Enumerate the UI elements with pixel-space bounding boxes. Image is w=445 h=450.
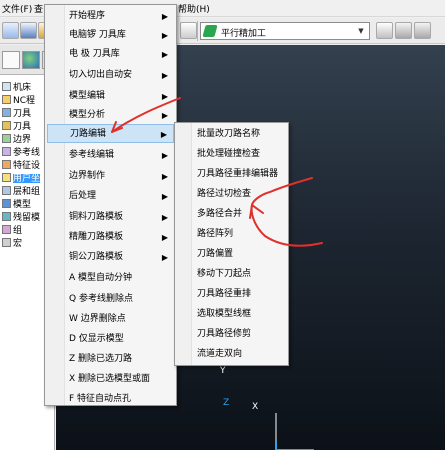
menu-item-steel-template[interactable]: 铜料刀路模板 ▶ [47, 208, 174, 227]
menu-item-delete-pattern-point[interactable]: Q 参考线删除点 [47, 290, 174, 309]
feature-icon [2, 160, 11, 169]
submenu-arrow-icon: ▶ [161, 31, 168, 40]
submenu-arrow-icon: ▶ [161, 151, 168, 160]
levels-icon [2, 186, 11, 195]
settings-icon[interactable] [395, 22, 412, 39]
submenu-arrow-icon: ▶ [161, 213, 168, 222]
model-icon [2, 199, 11, 208]
menu-item-auto-split-model[interactable]: A 模型自动分钟 [47, 269, 174, 288]
toolpath-tree-icon [2, 108, 11, 117]
calculator-icon[interactable] [376, 22, 393, 39]
submenu-item-batch-rename[interactable]: 批量改刀路名称 [177, 125, 286, 144]
globe-tab-icon[interactable] [22, 51, 40, 69]
menu-item-mill-tool-library[interactable]: 电脑锣 刀具库 ▶ [47, 26, 174, 45]
new-file-icon[interactable] [2, 22, 19, 39]
submenu-item-toolpath-array[interactable]: 路径阵列 [177, 225, 286, 244]
menu-item-boundary-create[interactable]: 边界制作 ▶ [47, 167, 174, 186]
tool-icon [2, 121, 11, 130]
strategy-icon [202, 25, 218, 37]
submenu-arrow-icon: ▶ [161, 233, 168, 242]
submenu-item-merge-toolpaths[interactable]: 多路径合并 [177, 205, 286, 224]
submenu-arrow-icon: ▶ [161, 111, 168, 120]
submenu-arrow-icon: ▶ [160, 130, 167, 139]
toolpath-icon[interactable] [180, 22, 197, 39]
menu-item-auto-drill-features[interactable]: F 特征自动点孔 [47, 390, 174, 409]
menu-item-pattern-edit[interactable]: 参考线编辑 ▶ [47, 146, 174, 165]
menu-item-start-program[interactable]: 开始程序 ▶ [47, 7, 174, 26]
submenu-item-select-wireframe[interactable]: 选取模型线框 [177, 305, 286, 324]
submenu-arrow-icon: ▶ [161, 192, 168, 201]
axis-label-x: X [252, 402, 259, 412]
menu-item-electrode-tool-library[interactable]: 电 极 刀具库 ▶ [47, 45, 174, 64]
save-icon[interactable] [20, 22, 37, 39]
stock-model-icon [2, 212, 11, 221]
pattern-icon [2, 147, 11, 156]
menu-item-electrode-template[interactable]: 铜公刀路模板 ▶ [47, 248, 174, 267]
axis-label-z: Z [223, 398, 230, 408]
menu-item-auto-leads[interactable]: 切入切出自动安 ▶ [47, 66, 174, 85]
machine-icon [2, 82, 11, 91]
group-icon [2, 225, 11, 234]
axis-triad [275, 413, 314, 450]
workplane-icon [2, 173, 11, 182]
submenu-arrow-icon: ▶ [161, 253, 168, 262]
nc-program-icon [2, 95, 11, 104]
submenu-arrow-icon: ▶ [161, 12, 168, 21]
submenu-item-toolpath-offset[interactable]: 刀路偏置 [177, 245, 286, 264]
submenu-arrow-icon: ▶ [161, 172, 168, 181]
menu-item-show-model-only[interactable]: D 仅显示模型 [47, 330, 174, 349]
tree-tab-icon[interactable] [2, 51, 20, 69]
chevron-down-icon: ▼ [358, 27, 364, 35]
menu-item-post-process[interactable]: 后处理 ▶ [47, 187, 174, 206]
options-icon[interactable] [414, 22, 431, 39]
menu-item-delete-selected-model[interactable]: X 删除已选模型或面 [47, 370, 174, 389]
toolpath-edit-submenu: 批量改刀路名称 批处理碰撞检查 刀具路径重排编辑器 路径过切检查 多路径合并 路… [174, 122, 289, 366]
submenu-arrow-icon: ▶ [161, 50, 168, 59]
menu-help[interactable]: 帮助(H) [178, 2, 210, 15]
submenu-item-gouge-check[interactable]: 路径过切检查 [177, 185, 286, 204]
axis-label-y: Y [220, 366, 226, 376]
menu-item-delete-selected-toolpaths[interactable]: Z 删除已选刀路 [47, 350, 174, 369]
submenu-item-runner-two-way[interactable]: 流道走双向 [177, 345, 286, 364]
submenu-item-move-start-point[interactable]: 移动下刀起点 [177, 265, 286, 284]
submenu-item-trim-toolpath[interactable]: 刀具路径修剪 [177, 325, 286, 344]
macro-icon [2, 238, 11, 247]
menu-item-delete-boundary-point[interactable]: W 边界删除点 [47, 310, 174, 329]
boundary-icon [2, 134, 11, 143]
machining-strategy-select[interactable]: 平行精加工 ▼ [200, 22, 370, 40]
submenu-arrow-icon: ▶ [161, 92, 168, 101]
submenu-item-reorder-toolpath[interactable]: 刀具路径重排 [177, 285, 286, 304]
menu-item-model-analysis[interactable]: 模型分析 ▶ [47, 106, 174, 125]
submenu-item-batch-collision-check[interactable]: 批处理碰撞检查 [177, 145, 286, 164]
menu-item-engrave-template[interactable]: 精雕刀路模板 ▶ [47, 228, 174, 247]
strategy-value: 平行精加工 [221, 29, 267, 39]
menu-view[interactable]: 查 [34, 2, 43, 15]
menu-item-model-edit[interactable]: 模型编辑 ▶ [47, 87, 174, 106]
submenu-item-reorder-editor[interactable]: 刀具路径重排编辑器 [177, 165, 286, 184]
menu-file[interactable]: 文件(F) [2, 2, 32, 15]
submenu-arrow-icon: ▶ [161, 71, 168, 80]
menu-item-toolpath-edit[interactable]: 刀路编辑 ▶ [47, 124, 174, 143]
context-menu: 开始程序 ▶ 电脑锣 刀具库 ▶ 电 极 刀具库 ▶ 切入切出自动安 ▶ 模型编辑 ▶ 模… [44, 4, 177, 406]
